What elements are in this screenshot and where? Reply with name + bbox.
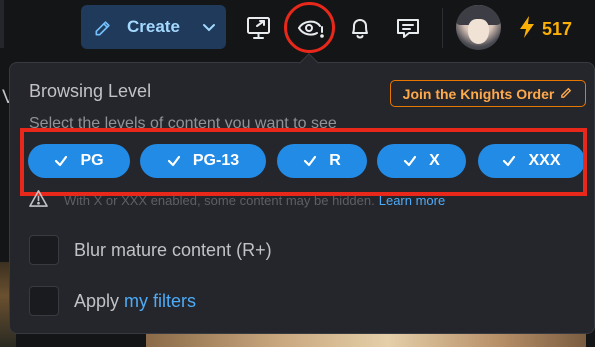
bell-icon[interactable] xyxy=(345,13,375,43)
header-divider xyxy=(442,8,443,48)
background-image xyxy=(146,334,586,347)
content-warning: With X or XXX enabled, some content may … xyxy=(29,190,445,210)
screen-share-icon[interactable] xyxy=(244,13,274,43)
eye-warning-icon[interactable] xyxy=(296,13,326,43)
level-label: PG xyxy=(80,152,104,169)
create-label: Create xyxy=(127,17,180,36)
pencil-icon xyxy=(93,18,113,38)
buzz-count: 517 xyxy=(542,19,573,39)
apply-filters-checkbox[interactable] xyxy=(29,286,59,316)
check-icon xyxy=(55,155,68,167)
chat-icon[interactable] xyxy=(393,13,423,43)
level-chip-x[interactable]: X xyxy=(377,144,466,178)
popover-title: Browsing Level xyxy=(29,81,152,101)
popover-subtitle: Select the levels of content you want to… xyxy=(29,115,337,132)
level-label: R xyxy=(329,152,341,169)
blur-mature-label: Blur mature content (R+) xyxy=(74,239,272,260)
apply-filters-label: Apply xyxy=(74,290,120,311)
buzz-balance[interactable]: 517 xyxy=(518,15,572,44)
join-knights-label: Join the Knights Order xyxy=(402,85,555,102)
warning-text: With X or XXX enabled, some content may … xyxy=(64,192,375,208)
warning-icon xyxy=(29,189,64,211)
check-icon xyxy=(167,155,180,167)
learn-more-link[interactable]: Learn more xyxy=(379,193,445,208)
check-icon xyxy=(404,155,417,167)
check-icon xyxy=(503,155,516,167)
level-chip-xxx[interactable]: XXX xyxy=(478,144,585,178)
level-chip-pg-13[interactable]: PG-13 xyxy=(140,144,266,178)
chevron-down-icon[interactable] xyxy=(201,19,217,35)
level-label: XXX xyxy=(528,152,561,169)
level-chip-r[interactable]: R xyxy=(277,144,367,178)
level-label: X xyxy=(429,152,440,169)
my-filters-link[interactable]: my filters xyxy=(124,291,196,312)
check-icon xyxy=(304,155,317,167)
create-button[interactable]: Create xyxy=(81,5,226,49)
pencil-icon xyxy=(560,86,573,102)
top-header: Create 517 xyxy=(0,0,595,56)
avatar[interactable] xyxy=(456,5,501,50)
level-label: PG-13 xyxy=(192,152,240,169)
level-chip-pg[interactable]: PG xyxy=(28,144,130,178)
join-knights-button[interactable]: Join the Knights Order xyxy=(390,80,586,107)
blur-mature-row[interactable]: Blur mature content (R+) xyxy=(29,235,272,265)
blur-mature-checkbox[interactable] xyxy=(29,235,59,265)
lightning-icon xyxy=(518,15,536,44)
apply-filters-row[interactable]: Apply my filters xyxy=(29,286,196,316)
